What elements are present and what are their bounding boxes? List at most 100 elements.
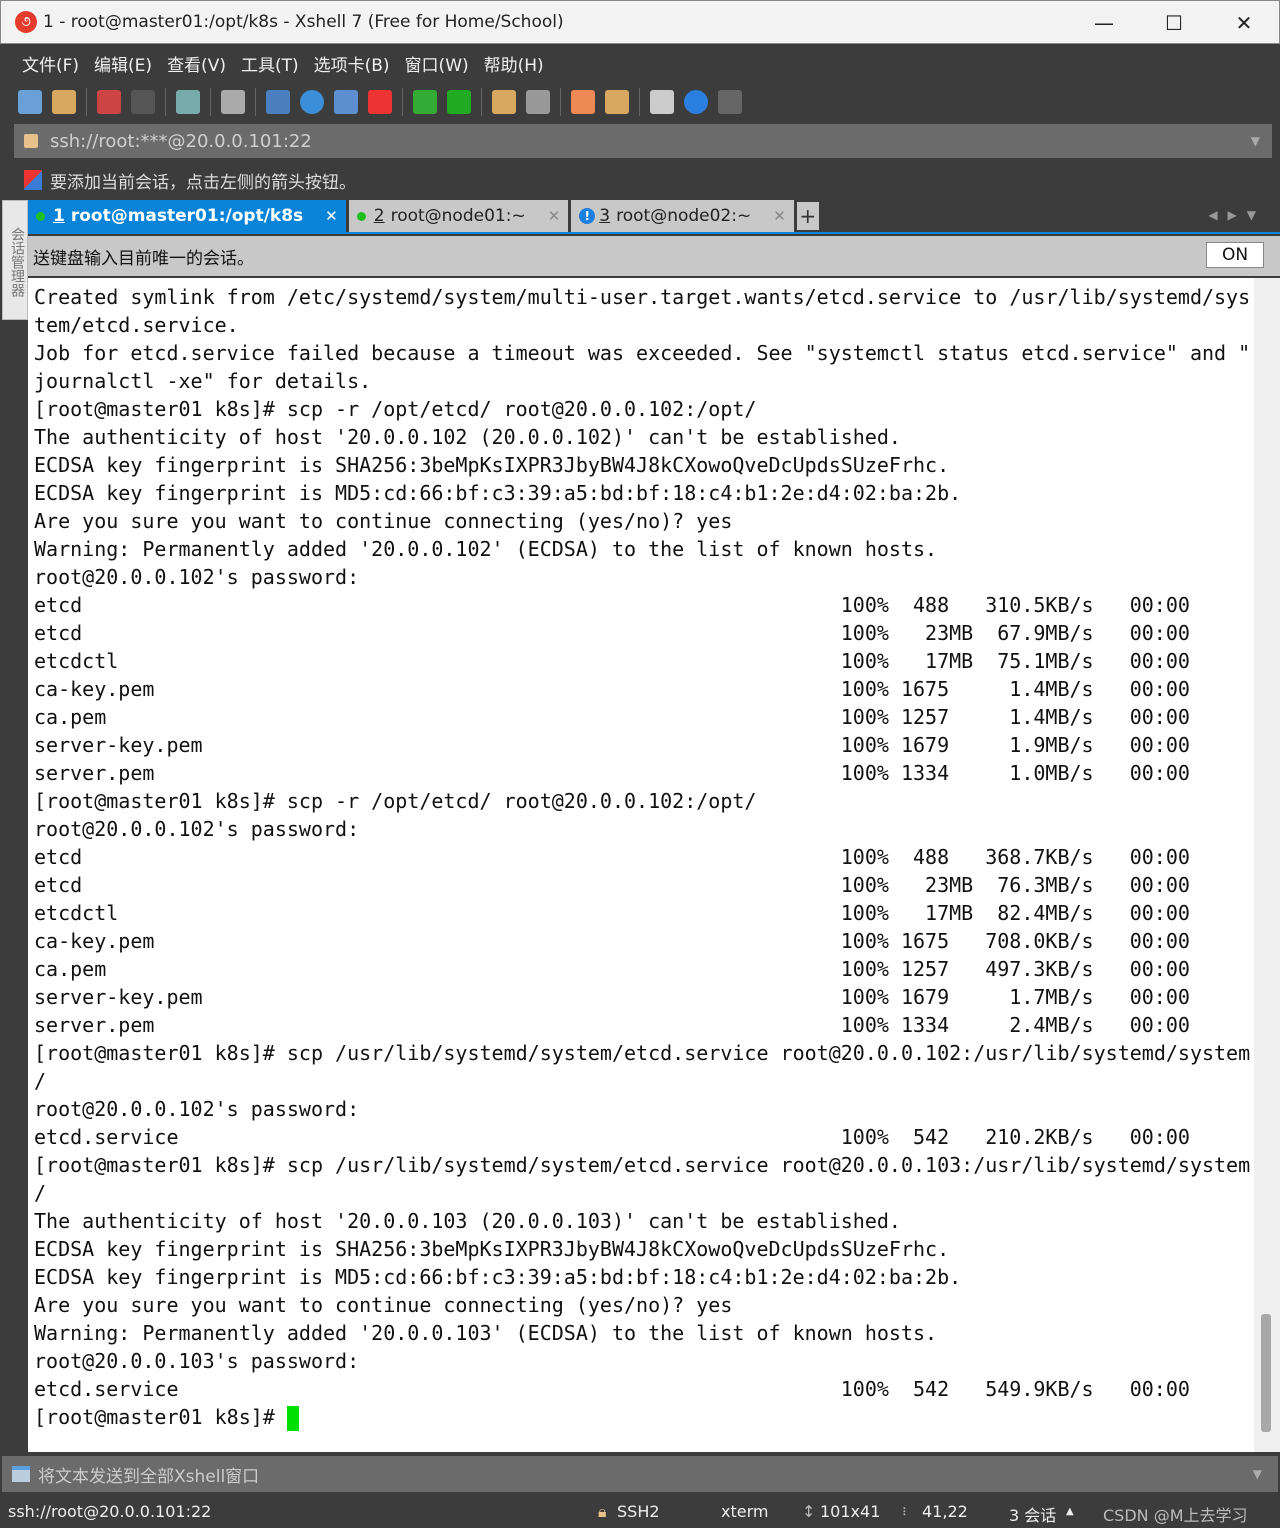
globe-icon[interactable]	[300, 90, 324, 114]
address-input[interactable]: ssh://root:***@20.0.0.101:22	[50, 131, 312, 152]
terminal-line: etcdctl 100% 17MB 82.4MB/s 00:00	[34, 899, 1254, 927]
menu-edit[interactable]: 编辑(E)	[94, 51, 152, 76]
add-session-arrow-icon[interactable]	[24, 170, 42, 190]
toolbar-separator	[210, 88, 211, 116]
transfer-file: ca.pem	[34, 705, 107, 729]
help-icon[interactable]	[684, 90, 708, 114]
transfer-stats: 100% 488 368.7KB/s 00:00	[840, 845, 1190, 869]
transfer-file: etcdctl	[34, 649, 119, 673]
transfer-file: ca-key.pem	[34, 929, 155, 953]
send-to-all-bar[interactable]: 将文本发送到全部Xshell窗口 ▼	[2, 1456, 1278, 1492]
menu-bar: 文件(F) 编辑(E) 查看(V) 工具(T) 选项卡(B) 窗口(W) 帮助(…	[0, 44, 1280, 82]
transfer-icon[interactable]	[266, 90, 290, 114]
scrollbar-thumb[interactable]	[1261, 1314, 1271, 1432]
tab-number: 1	[53, 206, 65, 226]
disconnect-icon[interactable]	[97, 90, 121, 114]
transfer-stats: 100% 23MB 76.3MB/s 00:00	[840, 873, 1190, 897]
terminal-line: ECDSA key fingerprint is SHA256:3beMpKsI…	[34, 453, 950, 477]
close-tab-icon[interactable]: ✕	[773, 207, 786, 225]
properties-icon[interactable]	[176, 90, 200, 114]
transfer-file: etcd	[34, 621, 83, 645]
reconnect-icon[interactable]	[131, 90, 155, 114]
menu-tabs[interactable]: 选项卡(B)	[314, 51, 390, 76]
transfer-file: ca.pem	[34, 957, 107, 981]
tab-3[interactable]: ! 3 root@node02:~ ✕	[571, 200, 794, 232]
terminal-line: root@20.0.0.102's password:	[34, 817, 360, 841]
close-button[interactable]: ✕	[1209, 1, 1279, 45]
compose-on-button[interactable]: ON	[1206, 242, 1264, 268]
transfer-stats: 100% 1334 1.0MB/s 00:00	[840, 761, 1190, 785]
lock-icon[interactable]	[492, 90, 516, 114]
compose-text: 送键盘输入目前唯一的会话。	[33, 248, 254, 269]
transfer-file: etcd	[34, 873, 83, 897]
cursor-position-icon: ⠇	[902, 1506, 911, 1519]
tab-navigation-icons[interactable]: ◀▶▼	[1208, 208, 1266, 222]
transfer-stats: 100% 17MB 82.4MB/s 00:00	[840, 901, 1190, 925]
xshell-logo-icon: ૭	[15, 11, 37, 33]
close-tab-icon[interactable]: ✕	[325, 207, 338, 225]
layout-icon[interactable]	[650, 90, 674, 114]
terminal-line: ECDSA key fingerprint is MD5:cd:66:bf:c3…	[34, 481, 962, 505]
terminal-line: server.pem 100% 1334 2.4MB/s 00:00	[34, 1011, 1254, 1039]
chevron-up-icon[interactable]: ▲	[1066, 1506, 1074, 1517]
warning-icon: !	[579, 208, 596, 224]
menu-window[interactable]: 窗口(W)	[405, 51, 469, 76]
new-session-icon[interactable]	[18, 90, 42, 114]
menu-tools[interactable]: 工具(T)	[241, 51, 299, 76]
tab-label: root@node01:~	[390, 206, 526, 226]
keyboard-icon[interactable]	[526, 90, 550, 114]
toolbar-separator	[255, 88, 256, 116]
transfer-stats: 100% 1675 708.0KB/s 00:00	[840, 929, 1190, 953]
maximize-button[interactable]: ☐	[1139, 1, 1209, 45]
xshell-icon[interactable]	[368, 90, 392, 114]
terminal-line: The authenticity of host '20.0.0.102 (20…	[34, 425, 901, 449]
toolbar	[0, 82, 1280, 122]
highlight-icon[interactable]	[571, 90, 595, 114]
tab-2[interactable]: 2 root@node01:~ ✕	[348, 200, 569, 232]
xftp-icon[interactable]	[413, 90, 437, 114]
minimize-button[interactable]: —	[1069, 1, 1139, 45]
new-tab-button[interactable]: +	[796, 202, 819, 230]
prompt: [root@master01 k8s]#	[34, 1405, 287, 1429]
terminal-line: Created symlink from /etc/systemd/system…	[34, 285, 1251, 309]
status-sessions[interactable]: 3 会话	[1009, 1502, 1056, 1526]
chat-icon[interactable]	[718, 90, 742, 114]
tab-number: 3	[599, 206, 611, 226]
transfer-stats: 100% 23MB 67.9MB/s 00:00	[840, 621, 1190, 645]
tab-label: root@master01:/opt/k8s	[70, 206, 304, 226]
fullscreen-icon[interactable]	[447, 90, 471, 114]
transfer-file: etcd.service	[34, 1377, 179, 1401]
toolbar-separator	[560, 88, 561, 116]
transfer-stats: 100% 488 310.5KB/s 00:00	[840, 593, 1190, 617]
chevron-down-icon[interactable]: ▼	[1253, 1467, 1262, 1481]
terminal-line: Job for etcd.service failed because a ti…	[34, 341, 1251, 365]
close-tab-icon[interactable]: ✕	[548, 207, 561, 225]
menu-file[interactable]: 文件(F)	[22, 51, 79, 76]
vertical-scrollbar[interactable]	[1254, 278, 1280, 1452]
session-manager-toggle[interactable]: 会话管理器	[2, 200, 28, 320]
status-address: ssh://root@20.0.0.101:22	[8, 1502, 212, 1521]
terminal-prompt-line[interactable]: [root@master01 k8s]#	[34, 1403, 1254, 1431]
tab-1[interactable]: 1 root@master01:/opt/k8s ✕	[28, 200, 346, 232]
transfer-stats: 100% 1675 1.4MB/s 00:00	[840, 677, 1190, 701]
status-size: 101x41	[820, 1502, 881, 1521]
transfer-file: etcd	[34, 845, 83, 869]
terminal-line: ECDSA key fingerprint is SHA256:3beMpKsI…	[34, 1237, 950, 1261]
find-icon[interactable]	[221, 90, 245, 114]
new-tab-icon[interactable]	[605, 90, 629, 114]
terminal[interactable]: Created symlink from /etc/systemd/system…	[28, 278, 1254, 1452]
address-bar[interactable]: ssh://root:***@20.0.0.101:22 ▼	[14, 124, 1272, 158]
open-folder-icon[interactable]	[52, 90, 76, 114]
terminal-line: etcd.service 100% 542 210.2KB/s 00:00	[34, 1123, 1254, 1151]
compose-bar[interactable]: 送键盘输入目前唯一的会话。 ON	[28, 236, 1280, 276]
terminal-cursor	[286, 1406, 299, 1431]
transfer-file: etcd.service	[34, 1125, 179, 1149]
terminal-line: tem/etcd.service.	[34, 313, 239, 337]
menu-help[interactable]: 帮助(H)	[484, 51, 544, 76]
terminal-line: [root@master01 k8s]# scp -r /opt/etcd/ r…	[34, 789, 757, 813]
menu-view[interactable]: 查看(V)	[167, 51, 226, 76]
terminal-line: Are you sure you want to continue connec…	[34, 1293, 733, 1317]
chevron-down-icon[interactable]: ▼	[1251, 134, 1260, 148]
font-icon[interactable]	[334, 90, 358, 114]
terminal-line: Are you sure you want to continue connec…	[34, 509, 733, 533]
